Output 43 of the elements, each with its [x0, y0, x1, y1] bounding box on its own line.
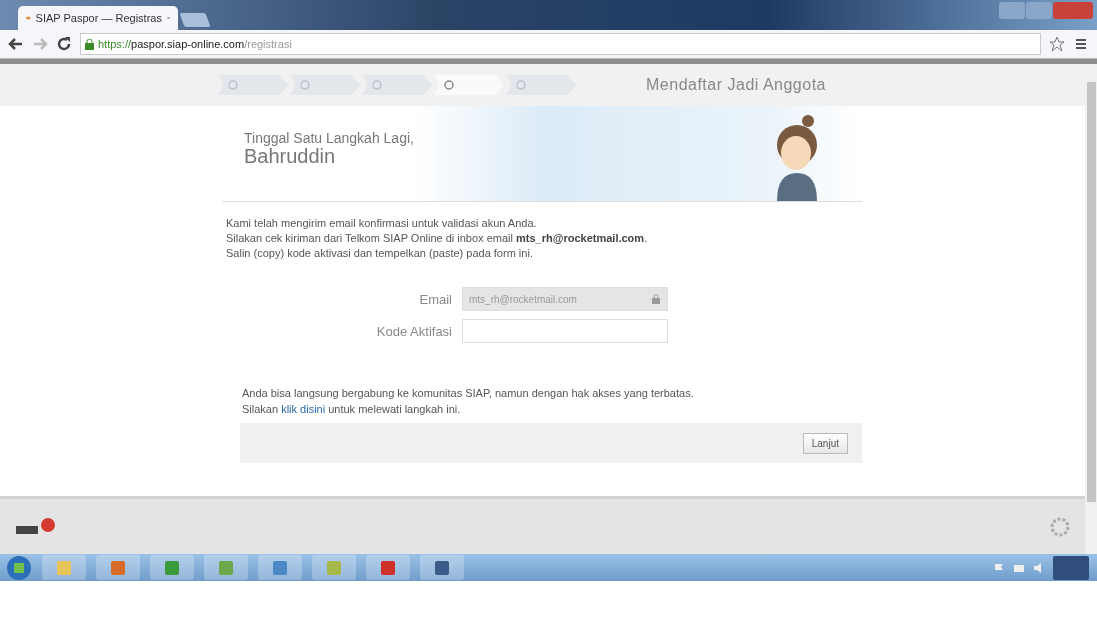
taskbar-app-icon[interactable] — [96, 555, 140, 580]
step-circle-icon — [444, 80, 454, 90]
instruction-text: Silakan cek kiriman dari Telkom SIAP Online di inbox email mts_rh@rocketmail.com. — [226, 231, 649, 246]
minimize-button[interactable] — [999, 2, 1025, 19]
taskbar-app-icon[interactable] — [204, 555, 248, 580]
info-text: Anda bisa langsung bergabung ke komunitas SIAP, namun dengan hak akses yang terbatas. — [242, 386, 695, 401]
page-title: Mendaftar Jadi Anggota — [646, 76, 826, 94]
menu-icon[interactable] — [1073, 36, 1089, 52]
reload-icon[interactable] — [56, 36, 72, 52]
taskbar-app-icon[interactable] — [150, 555, 194, 580]
continue-button[interactable]: Lanjut — [802, 432, 848, 454]
field-label: Email — [418, 291, 452, 307]
maximize-button[interactable] — [1026, 2, 1052, 19]
field-label: Kode Aktifasi — [375, 323, 452, 339]
instruction-text: Kami telah mengirim email konfirmasi untuk validasi akun Anda. — [226, 216, 538, 231]
step-circle-icon — [300, 80, 310, 90]
star-icon[interactable] — [1049, 36, 1065, 52]
taskbar-app-icon[interactable] — [258, 555, 302, 580]
tab-title: SIAP Paspor — Registras — [35, 12, 162, 24]
step-circle-icon — [228, 80, 238, 90]
skip-link[interactable]: klik disini — [281, 403, 326, 415]
scrollbar[interactable] — [1085, 64, 1097, 554]
lock-icon — [652, 294, 660, 304]
new-tab-button[interactable] — [179, 13, 211, 27]
taskbar-app-icon[interactable] — [420, 555, 464, 580]
scroll-thumb[interactable] — [1086, 82, 1096, 502]
browser-tab[interactable]: SIAP Paspor — Registras — [18, 6, 178, 30]
step-circle-icon — [516, 80, 526, 90]
back-icon[interactable] — [8, 36, 24, 52]
skip-text: Silakan klik disini untuk melewati langkah ini. — [242, 402, 462, 417]
banner-subtitle: Tinggal Satu Langkah Lagi, — [244, 130, 414, 146]
address-bar[interactable]: https://paspor.siap-online.com/registrasi — [80, 33, 1041, 55]
gear-icon — [1049, 515, 1071, 538]
clock-area[interactable] — [1053, 555, 1089, 580]
start-button[interactable] — [6, 554, 32, 581]
instruction-text: Salin (copy) kode aktivasi dan tempelkan (paste) pada form ini. — [226, 246, 534, 261]
forward-icon[interactable] — [32, 36, 48, 52]
text-field[interactable] — [462, 319, 668, 343]
step-circle-icon — [372, 80, 382, 90]
user-name: Bahruddin — [244, 146, 336, 166]
taskbar-app-icon[interactable] — [366, 555, 410, 580]
url-text: https://paspor.siap-online.com/registrasi — [98, 38, 292, 50]
lock-icon — [85, 38, 94, 50]
